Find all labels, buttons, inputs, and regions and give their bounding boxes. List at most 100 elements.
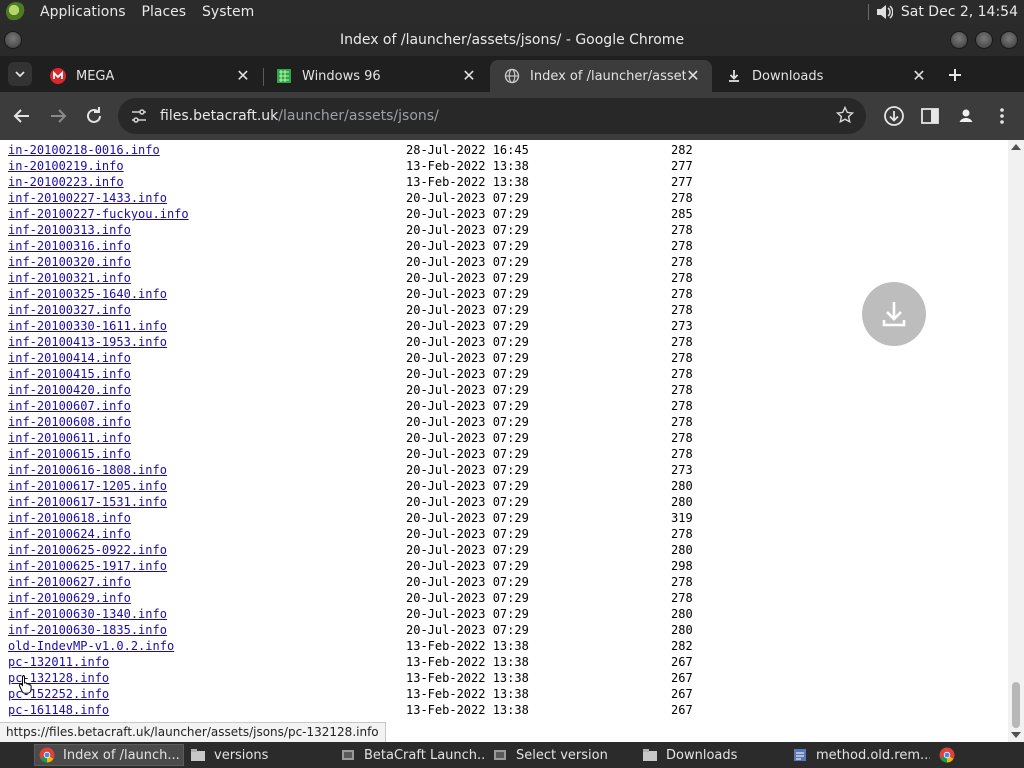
close-icon[interactable]: ✕ (684, 67, 702, 85)
file-date: 13-Feb-2022 13:38 (406, 703, 529, 717)
scrollbar-thumb[interactable] (1012, 682, 1020, 728)
plus-icon (949, 69, 961, 81)
file-link[interactable]: inf-20100611.info (8, 430, 131, 446)
reload-icon[interactable] (82, 104, 106, 128)
download-bubble[interactable] (862, 282, 926, 346)
taskbar-item-chrome-small[interactable] (936, 744, 960, 766)
file-link[interactable]: inf-20100630-1340.info (8, 606, 167, 622)
site-info-icon[interactable] (130, 107, 148, 125)
file-link[interactable]: inf-20100320.info (8, 254, 131, 270)
windows96-icon (277, 69, 291, 83)
file-date: 13-Feb-2022 13:38 (406, 671, 529, 685)
file-link[interactable]: in-20100218-0016.info (8, 142, 160, 158)
file-link[interactable]: inf-20100227-fuckyou.info (8, 206, 189, 222)
downloads-toolbar-icon[interactable] (883, 105, 905, 127)
file-link[interactable]: inf-20100227-1433.info (8, 190, 167, 206)
system-menu[interactable]: System (194, 0, 262, 24)
taskbar-item-select-version[interactable]: Select version (488, 744, 632, 766)
file-link[interactable]: in-20100223.info (8, 174, 124, 190)
file-link[interactable]: pc-132011.info (8, 654, 109, 670)
scroll-down-icon[interactable] (1011, 732, 1021, 738)
file-link[interactable]: inf-20100313.info (8, 222, 131, 238)
file-link[interactable]: inf-20100625-1917.info (8, 558, 167, 574)
close-icon[interactable]: ✕ (460, 67, 478, 85)
listing-row: inf-20100624.info 20-Jul-2023 07:29 278 (8, 526, 708, 542)
clock[interactable]: Sat Dec 2, 14:54 (901, 4, 1024, 20)
bookmark-star-icon[interactable] (836, 106, 854, 124)
volume-icon[interactable] (875, 3, 893, 21)
forward-arrow-icon[interactable] (46, 104, 70, 128)
tab-title: Windows 96 (302, 68, 381, 84)
file-size: 278 (671, 351, 693, 365)
file-date: 20-Jul-2023 07:29 (406, 255, 529, 269)
file-link[interactable]: inf-20100608.info (8, 414, 131, 430)
page-scrollbar[interactable] (1008, 140, 1024, 742)
new-tab-button[interactable] (942, 62, 968, 88)
file-link[interactable]: inf-20100615.info (8, 446, 131, 462)
tab-index[interactable]: Index of /launcher/assets/js ✕ (490, 60, 712, 92)
distro-logo-icon[interactable] (6, 2, 26, 22)
file-link[interactable]: inf-20100327.info (8, 302, 131, 318)
file-link[interactable]: inf-20100330-1611.info (8, 318, 167, 334)
listing-row: inf-20100607.info 20-Jul-2023 07:29 278 (8, 398, 708, 414)
listing-row: inf-20100325-1640.info 20-Jul-2023 07:29 2… (8, 286, 708, 302)
file-link[interactable]: inf-20100617-1531.info (8, 494, 167, 510)
window-menu-button[interactable] (4, 31, 22, 49)
back-arrow-icon[interactable] (10, 104, 34, 128)
file-link[interactable]: inf-20100414.info (8, 350, 131, 366)
taskbar-item-versions[interactable]: versions (186, 744, 328, 766)
file-link[interactable]: inf-20100627.info (8, 574, 131, 590)
file-link[interactable]: inf-20100630-1835.info (8, 622, 167, 638)
file-size: 280 (671, 495, 693, 509)
file-size: 280 (671, 607, 693, 621)
file-link[interactable]: in-20100219.info (8, 158, 124, 174)
download-icon (729, 70, 739, 82)
maximize-button[interactable] (975, 31, 993, 49)
file-size: 278 (671, 591, 693, 605)
taskbar-item-index[interactable]: Index of /launch... (34, 744, 184, 766)
minimize-button[interactable] (950, 31, 968, 49)
applications-menu[interactable]: Applications (32, 0, 134, 24)
close-icon[interactable]: ✕ (234, 67, 252, 85)
file-link[interactable]: inf-20100616-1808.info (8, 462, 167, 478)
file-size: 277 (671, 175, 693, 189)
scroll-up-icon[interactable] (1011, 144, 1021, 150)
file-date: 20-Jul-2023 07:29 (406, 463, 529, 477)
file-link[interactable]: inf-20100415.info (8, 366, 131, 382)
file-date: 20-Jul-2023 07:29 (406, 383, 529, 397)
file-link[interactable]: inf-20100316.info (8, 238, 131, 254)
file-link[interactable]: inf-20100629.info (8, 590, 131, 606)
tab-downloads[interactable]: Downloads ✕ (712, 60, 938, 92)
page-content: in-20100218-0016.info 28-Jul-2022 16:45 28… (0, 140, 1024, 742)
file-link[interactable]: inf-20100413-1953.info (8, 334, 167, 350)
address-bar[interactable]: files.betacraft.uk/launcher/assets/jsons… (118, 98, 866, 134)
file-link[interactable]: old-IndevMP-v1.0.2.info (8, 638, 174, 654)
places-menu[interactable]: Places (134, 0, 195, 24)
tab-title: Downloads (752, 68, 824, 84)
file-link[interactable]: inf-20100325-1640.info (8, 286, 167, 302)
listing-row: inf-20100330-1611.info 20-Jul-2023 07:29 2… (8, 318, 708, 334)
tab-search-button[interactable] (8, 62, 32, 86)
window-titlebar[interactable]: Index of /launcher/assets/jsons/ - Googl… (0, 24, 1024, 56)
file-size: 278 (671, 223, 693, 237)
file-link[interactable]: inf-20100618.info (8, 510, 131, 526)
taskbar-item-downloads[interactable]: Downloads (638, 744, 782, 766)
file-link[interactable]: inf-20100625-0922.info (8, 542, 167, 558)
profile-icon[interactable] (955, 105, 977, 127)
taskbar-item-method-old[interactable]: method.old.rem... (788, 744, 930, 766)
listing-row: inf-20100616-1808.info 20-Jul-2023 07:29 2… (8, 462, 708, 478)
file-link[interactable]: inf-20100321.info (8, 270, 131, 286)
close-window-button[interactable] (1000, 31, 1018, 49)
taskbar-item-betacraft[interactable]: BetaCraft Launch... (336, 744, 486, 766)
side-panel-icon[interactable] (919, 105, 941, 127)
file-link[interactable]: inf-20100607.info (8, 398, 131, 414)
file-link[interactable]: inf-20100420.info (8, 382, 131, 398)
close-icon[interactable]: ✕ (910, 67, 928, 85)
file-link[interactable]: pc-161148.info (8, 702, 109, 718)
file-date: 20-Jul-2023 07:29 (406, 623, 529, 637)
file-link[interactable]: inf-20100617-1205.info (8, 478, 167, 494)
tab-mega[interactable]: MEGA ✕ (36, 60, 262, 92)
file-link[interactable]: inf-20100624.info (8, 526, 131, 542)
kebab-menu-icon[interactable] (991, 105, 1013, 127)
tab-windows96[interactable]: Windows 96 ✕ (262, 60, 488, 92)
